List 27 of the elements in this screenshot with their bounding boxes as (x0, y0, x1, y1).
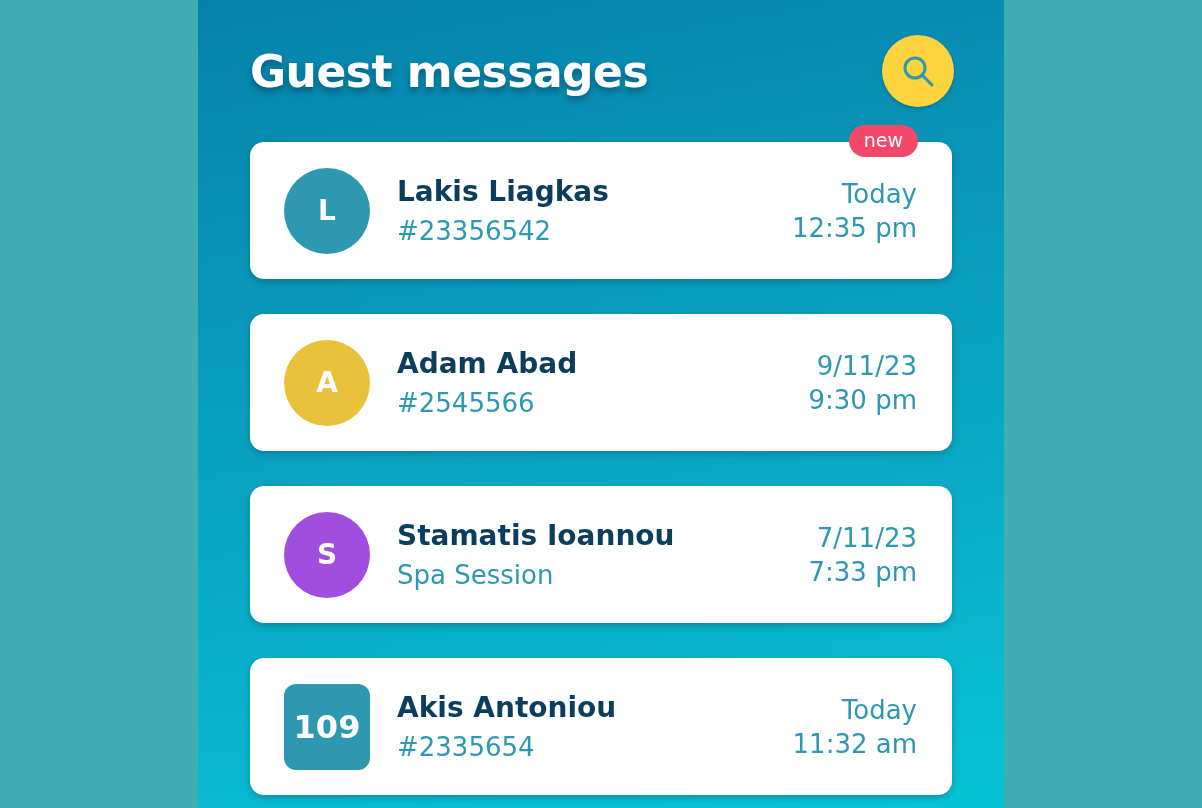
message-card[interactable]: A Adam Abad #2545566 9/11/23 9:30 pm (250, 314, 952, 451)
message-time: 7:33 pm (808, 556, 917, 587)
message-time: 12:35 pm (791, 212, 917, 243)
guest-name: Lakis Liagkas (397, 175, 610, 208)
message-subtitle: #23356542 (397, 216, 553, 246)
avatar: A (284, 339, 370, 426)
search-icon (901, 54, 935, 88)
message-subtitle: #2545566 (397, 388, 536, 418)
message-time: 11:32 am (792, 728, 917, 759)
message-subtitle: #2335654 (397, 732, 536, 762)
room-number-tile: 109 (284, 683, 370, 770)
message-date: 9/11/23 (816, 350, 917, 381)
search-button[interactable] (882, 35, 954, 107)
message-card[interactable]: S Stamatis Ioannou Spa Session 7/11/23 7:33 pm (250, 486, 952, 623)
page-title: Guest messages (250, 45, 649, 97)
new-badge: new (848, 125, 918, 157)
message-date: 7/11/23 (816, 522, 917, 553)
message-subtitle: Spa Session (397, 560, 555, 590)
guest-name: Akis Antoniou (397, 691, 618, 724)
message-date: Today (841, 178, 917, 209)
message-date: Today (841, 694, 917, 725)
avatar: S (284, 511, 370, 598)
guest-name: Adam Abad (397, 347, 579, 380)
guest-name: Stamatis Ioannou (397, 519, 676, 552)
avatar: L (284, 167, 370, 254)
message-time: 9:30 pm (808, 384, 917, 415)
message-card[interactable]: 109 Akis Antoniou #2335654 Today 11:32 am (250, 658, 952, 795)
